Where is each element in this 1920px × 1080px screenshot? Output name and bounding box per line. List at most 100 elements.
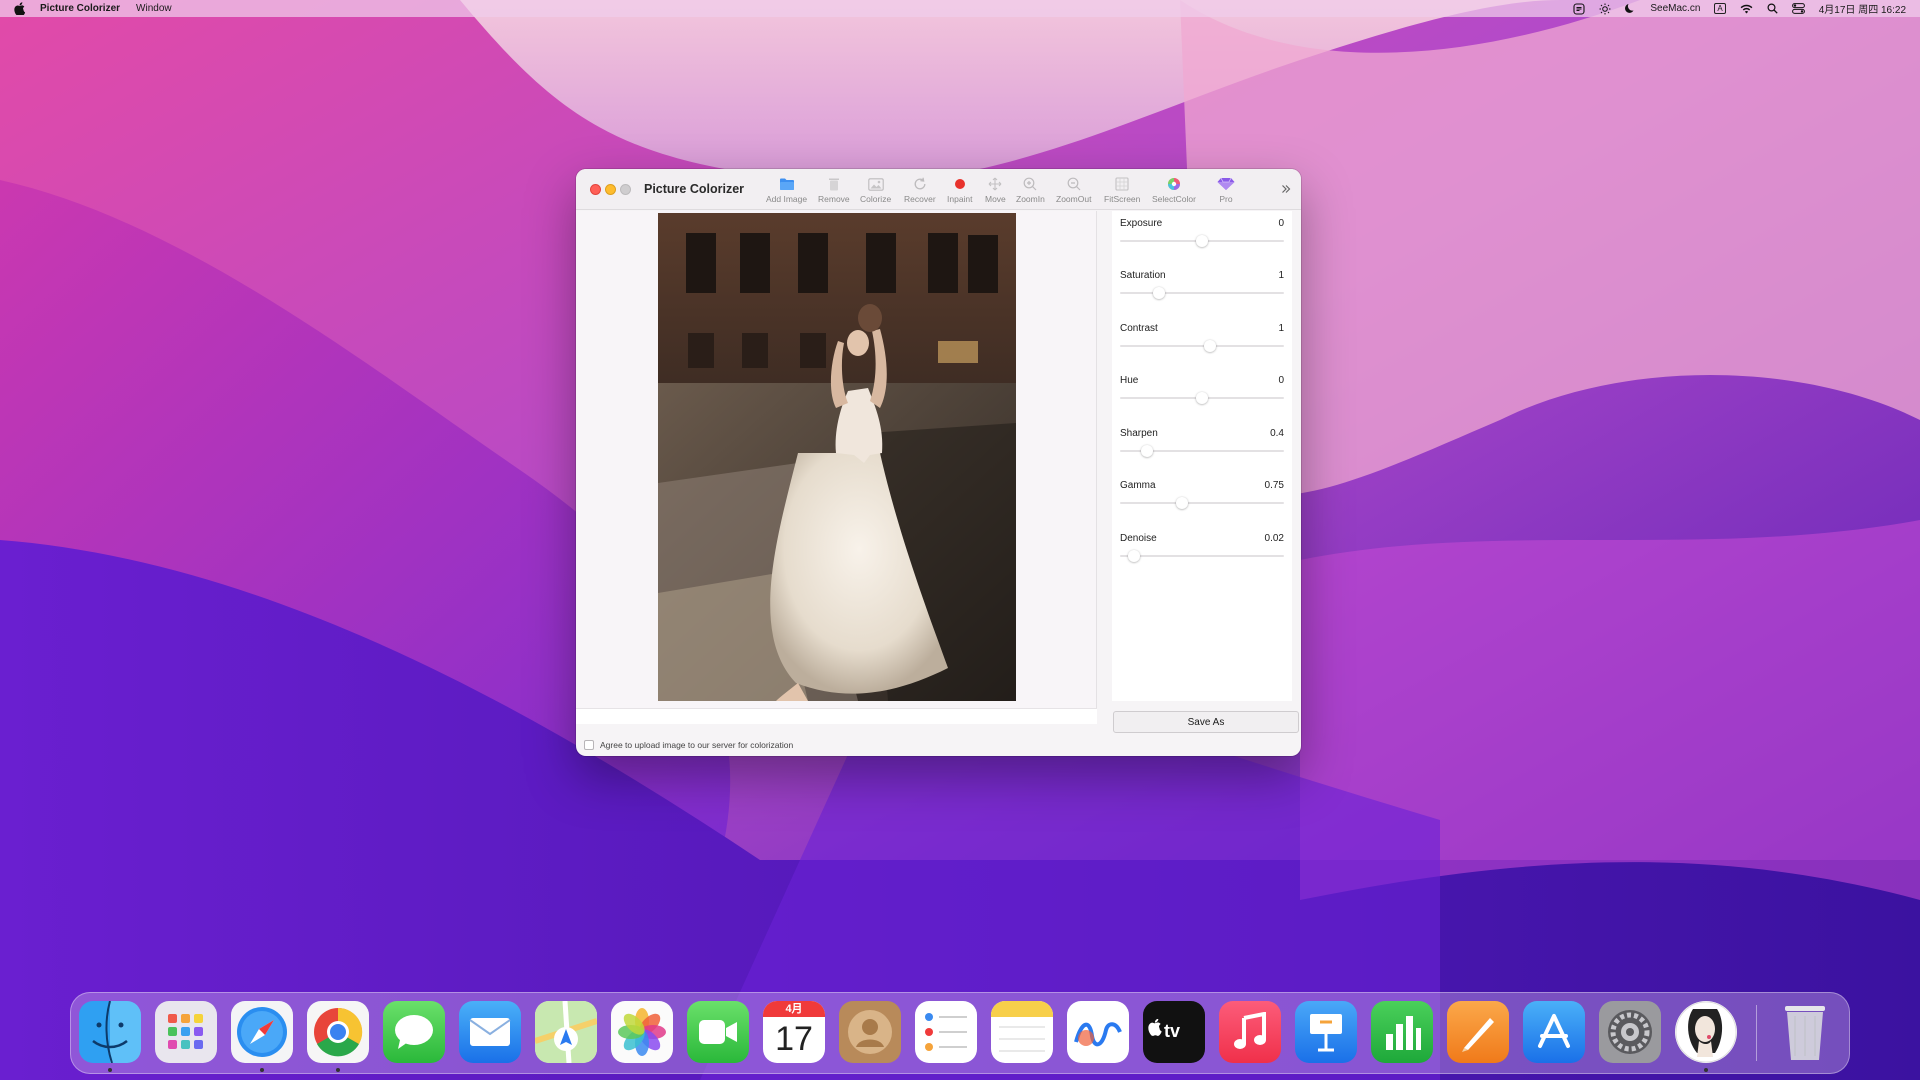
denoise-slider[interactable] xyxy=(1120,555,1284,557)
apple-logo-icon[interactable] xyxy=(14,2,28,16)
input-method-indicator[interactable]: A xyxy=(1714,3,1726,14)
launchpad-icon[interactable] xyxy=(155,1001,217,1063)
messages-icon[interactable] xyxy=(383,1001,445,1063)
facetime-icon[interactable] xyxy=(687,1001,749,1063)
picture-colorizer-running-indicator xyxy=(1704,1068,1708,1072)
window-title: Picture Colorizer xyxy=(644,182,745,196)
control-center-icon[interactable] xyxy=(1791,3,1805,14)
add-image-label: Add Image xyxy=(766,194,808,204)
denoise-slider-knob[interactable] xyxy=(1128,550,1140,562)
hue-label: Hue xyxy=(1120,375,1139,386)
sharpen-slider-knob[interactable] xyxy=(1141,445,1153,457)
window-menu[interactable]: Window xyxy=(136,3,172,14)
chrome-running-indicator xyxy=(336,1068,340,1072)
sharpen-control: Sharpen 0.4 xyxy=(1120,428,1284,470)
minimize-window-button[interactable] xyxy=(605,184,616,195)
reminders-icon[interactable] xyxy=(915,1001,977,1063)
sharpen-label: Sharpen xyxy=(1120,428,1158,439)
record-dot-icon xyxy=(951,175,969,193)
picture-colorizer-dock-icon[interactable] xyxy=(1675,1001,1737,1063)
agree-upload-checkbox[interactable] xyxy=(584,740,594,750)
saturation-slider[interactable] xyxy=(1120,292,1284,294)
safari-running-indicator xyxy=(260,1068,264,1072)
canvas-status-strip xyxy=(576,708,1097,724)
dock: 4月 17 tv xyxy=(70,992,1850,1074)
colorize-button[interactable]: Colorize xyxy=(860,175,891,207)
spotlight-search-icon[interactable] xyxy=(1767,3,1778,14)
fit-screen-label: FitScreen xyxy=(1104,194,1141,204)
exposure-label: Exposure xyxy=(1120,218,1163,229)
move-label: Move xyxy=(985,194,1006,204)
close-window-button[interactable] xyxy=(590,184,601,195)
chrome-icon[interactable] xyxy=(307,1001,369,1063)
pro-button[interactable]: Pro xyxy=(1217,175,1235,207)
zoom-in-button[interactable]: ZoomIn xyxy=(1016,175,1045,207)
contrast-label: Contrast xyxy=(1120,323,1158,334)
chevron-double-right-icon[interactable] xyxy=(1281,181,1291,199)
fit-screen-button[interactable]: FitScreen xyxy=(1104,175,1140,207)
gamma-slider[interactable] xyxy=(1120,502,1284,504)
menu-bar: Picture Colorizer Window SeeMac.cn A 4月1… xyxy=(0,0,1920,17)
contrast-slider-knob[interactable] xyxy=(1204,340,1216,352)
fit-screen-icon xyxy=(1113,175,1131,193)
finder-icon[interactable] xyxy=(79,1001,141,1063)
contrast-value: 1 xyxy=(1278,323,1284,334)
recover-label: Recover xyxy=(904,194,936,204)
numbers-icon[interactable] xyxy=(1371,1001,1433,1063)
agree-upload-label: Agree to upload image to our server for … xyxy=(600,740,794,750)
calendar-icon[interactable]: 4月 17 xyxy=(763,1001,825,1063)
photos-icon[interactable] xyxy=(611,1001,673,1063)
trash-dock-icon[interactable] xyxy=(1774,1001,1836,1063)
maps-icon[interactable] xyxy=(535,1001,597,1063)
dock-separator xyxy=(1756,1005,1757,1061)
zoom-window-button[interactable] xyxy=(620,184,631,195)
svg-text:tv: tv xyxy=(1164,1021,1180,1041)
app-store-icon[interactable] xyxy=(1523,1001,1585,1063)
moon-icon[interactable] xyxy=(1625,3,1636,14)
contrast-slider[interactable] xyxy=(1120,345,1284,347)
exposure-control: Exposure 0 xyxy=(1120,218,1284,260)
calendar-month: 4月 xyxy=(763,1001,825,1017)
gamma-slider-knob[interactable] xyxy=(1176,497,1188,509)
hue-value: 0 xyxy=(1278,375,1284,386)
move-button[interactable]: Move xyxy=(985,175,1006,207)
add-image-button[interactable]: Add Image xyxy=(766,175,807,207)
contrast-control: Contrast 1 xyxy=(1120,323,1284,365)
hue-slider-knob[interactable] xyxy=(1196,392,1208,404)
notes-icon[interactable] xyxy=(991,1001,1053,1063)
screen-mirroring-icon[interactable] xyxy=(1573,2,1585,15)
zoom-in-icon xyxy=(1021,175,1039,193)
wifi-icon[interactable] xyxy=(1740,4,1753,14)
save-as-button[interactable]: Save As xyxy=(1113,711,1299,733)
pro-label: Pro xyxy=(1219,194,1233,204)
clock-datetime[interactable]: 4月17日 周四 16:22 xyxy=(1819,1,1906,16)
site-label[interactable]: SeeMac.cn xyxy=(1650,3,1700,14)
zoom-out-button[interactable]: ZoomOut xyxy=(1056,175,1091,207)
app-menu[interactable]: Picture Colorizer xyxy=(40,3,120,14)
select-color-button[interactable]: SelectColor xyxy=(1152,175,1196,207)
color-wheel-icon xyxy=(1165,175,1183,193)
recover-button[interactable]: Recover xyxy=(904,175,936,207)
apple-tv-icon[interactable]: tv xyxy=(1143,1001,1205,1063)
exposure-slider-knob[interactable] xyxy=(1196,235,1208,247)
keynote-icon[interactable] xyxy=(1295,1001,1357,1063)
music-icon[interactable] xyxy=(1219,1001,1281,1063)
image-canvas[interactable] xyxy=(576,211,1097,708)
image-icon xyxy=(867,175,885,193)
freeform-icon[interactable] xyxy=(1067,1001,1129,1063)
pages-icon[interactable] xyxy=(1447,1001,1509,1063)
saturation-label: Saturation xyxy=(1120,270,1166,281)
trash-icon xyxy=(825,175,843,193)
contacts-icon[interactable] xyxy=(839,1001,901,1063)
remove-button[interactable]: Remove xyxy=(818,175,850,207)
system-settings-icon[interactable] xyxy=(1599,1001,1661,1063)
finder-running-indicator xyxy=(108,1068,112,1072)
saturation-slider-knob[interactable] xyxy=(1153,287,1165,299)
inpaint-button[interactable]: Inpaint xyxy=(947,175,973,207)
mail-icon[interactable] xyxy=(459,1001,521,1063)
brightness-icon[interactable] xyxy=(1599,3,1611,15)
sharpen-value: 0.4 xyxy=(1270,428,1284,439)
gamma-label: Gamma xyxy=(1120,480,1156,491)
remove-label: Remove xyxy=(818,194,850,204)
safari-icon[interactable] xyxy=(231,1001,293,1063)
